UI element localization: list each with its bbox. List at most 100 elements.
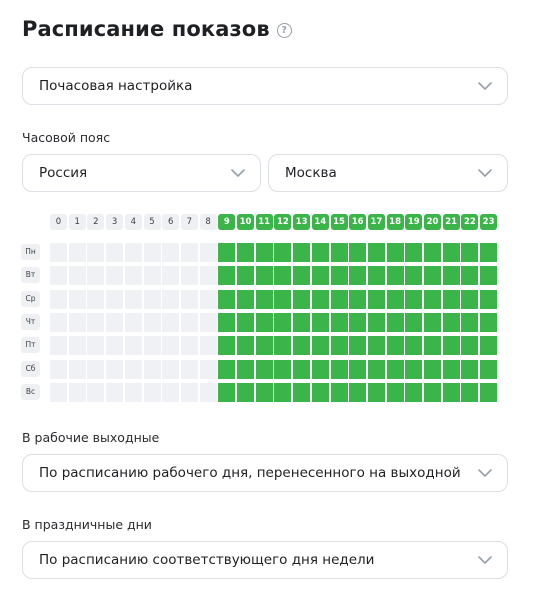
schedule-cell[interactable] xyxy=(405,289,423,309)
schedule-cell[interactable] xyxy=(480,266,498,286)
schedule-cell[interactable] xyxy=(180,312,198,332)
schedule-mode-select[interactable]: Почасовая настройка xyxy=(22,67,508,105)
schedule-cell[interactable] xyxy=(349,243,367,262)
schedule-cell[interactable] xyxy=(106,243,124,262)
hour-header-3[interactable]: 3 xyxy=(106,214,124,230)
schedule-cell[interactable] xyxy=(180,336,198,356)
hour-header-5[interactable]: 5 xyxy=(143,214,161,230)
schedule-cell[interactable] xyxy=(386,336,404,356)
schedule-cell[interactable] xyxy=(386,312,404,332)
schedule-cell[interactable] xyxy=(274,312,292,332)
schedule-cell[interactable] xyxy=(330,243,348,262)
schedule-cell[interactable] xyxy=(180,243,198,262)
schedule-cell[interactable] xyxy=(50,382,67,402)
schedule-cell[interactable] xyxy=(311,266,329,286)
timezone-country-select[interactable]: Россия xyxy=(22,154,261,192)
schedule-cell[interactable] xyxy=(162,266,180,286)
schedule-cell[interactable] xyxy=(405,312,423,332)
schedule-cell[interactable] xyxy=(68,243,86,262)
schedule-cell[interactable] xyxy=(218,312,236,332)
schedule-cell[interactable] xyxy=(199,289,217,309)
schedule-cell[interactable] xyxy=(50,336,67,356)
schedule-cell[interactable] xyxy=(199,336,217,356)
schedule-cell[interactable] xyxy=(442,336,460,356)
schedule-cell[interactable] xyxy=(106,382,124,402)
schedule-cell[interactable] xyxy=(386,289,404,309)
schedule-cell[interactable] xyxy=(162,312,180,332)
schedule-cell[interactable] xyxy=(349,266,367,286)
schedule-cell[interactable] xyxy=(87,336,105,356)
hour-header-2[interactable]: 2 xyxy=(87,214,105,230)
schedule-cell[interactable] xyxy=(199,382,217,402)
day-label-2[interactable]: Ср xyxy=(21,290,40,307)
day-label-1[interactable]: Вт xyxy=(21,267,40,284)
schedule-cell[interactable] xyxy=(386,359,404,379)
schedule-cell[interactable] xyxy=(255,382,273,402)
schedule-cell[interactable] xyxy=(237,336,254,356)
hour-header-16[interactable]: 16 xyxy=(349,214,367,230)
schedule-cell[interactable] xyxy=(218,382,236,402)
schedule-cell[interactable] xyxy=(424,266,441,286)
schedule-cell[interactable] xyxy=(480,289,498,309)
schedule-cell[interactable] xyxy=(405,382,423,402)
schedule-cell[interactable] xyxy=(311,359,329,379)
schedule-cell[interactable] xyxy=(255,266,273,286)
schedule-cell[interactable] xyxy=(367,289,385,309)
schedule-cell[interactable] xyxy=(274,359,292,379)
schedule-cell[interactable] xyxy=(143,289,161,309)
schedule-cell[interactable] xyxy=(162,359,180,379)
hour-header-11[interactable]: 11 xyxy=(255,214,273,230)
schedule-cell[interactable] xyxy=(237,289,254,309)
hour-header-6[interactable]: 6 xyxy=(162,214,180,230)
schedule-cell[interactable] xyxy=(480,312,498,332)
schedule-cell[interactable] xyxy=(162,289,180,309)
timezone-city-select[interactable]: Москва xyxy=(268,154,508,192)
schedule-cell[interactable] xyxy=(180,359,198,379)
schedule-cell[interactable] xyxy=(330,266,348,286)
day-label-3[interactable]: Чт xyxy=(21,313,40,330)
schedule-cell[interactable] xyxy=(199,312,217,332)
schedule-cell[interactable] xyxy=(293,312,311,332)
schedule-cell[interactable] xyxy=(124,336,142,356)
schedule-cell[interactable] xyxy=(218,289,236,309)
schedule-cell[interactable] xyxy=(237,266,254,286)
schedule-cell[interactable] xyxy=(405,359,423,379)
schedule-cell[interactable] xyxy=(386,382,404,402)
hour-header-18[interactable]: 18 xyxy=(386,214,404,230)
schedule-cell[interactable] xyxy=(461,266,479,286)
schedule-cell[interactable] xyxy=(199,266,217,286)
day-label-4[interactable]: Пт xyxy=(21,337,40,354)
hour-header-0[interactable]: 0 xyxy=(50,214,67,230)
schedule-cell[interactable] xyxy=(255,336,273,356)
schedule-cell[interactable] xyxy=(68,382,86,402)
schedule-cell[interactable] xyxy=(367,382,385,402)
schedule-cell[interactable] xyxy=(461,336,479,356)
schedule-cell[interactable] xyxy=(199,359,217,379)
schedule-cell[interactable] xyxy=(50,243,67,262)
schedule-cell[interactable] xyxy=(143,336,161,356)
hour-header-19[interactable]: 19 xyxy=(405,214,423,230)
schedule-cell[interactable] xyxy=(124,289,142,309)
schedule-cell[interactable] xyxy=(87,266,105,286)
schedule-cell[interactable] xyxy=(255,243,273,262)
schedule-cell[interactable] xyxy=(424,312,441,332)
schedule-cell[interactable] xyxy=(367,266,385,286)
hour-header-7[interactable]: 7 xyxy=(180,214,198,230)
schedule-cell[interactable] xyxy=(106,336,124,356)
schedule-cell[interactable] xyxy=(162,336,180,356)
schedule-cell[interactable] xyxy=(442,289,460,309)
schedule-cell[interactable] xyxy=(349,312,367,332)
schedule-cell[interactable] xyxy=(124,266,142,286)
schedule-cell[interactable] xyxy=(311,336,329,356)
schedule-cell[interactable] xyxy=(218,266,236,286)
schedule-cell[interactable] xyxy=(255,359,273,379)
schedule-cell[interactable] xyxy=(124,382,142,402)
schedule-cell[interactable] xyxy=(87,243,105,262)
schedule-cell[interactable] xyxy=(143,266,161,286)
schedule-cell[interactable] xyxy=(106,289,124,309)
hour-header-10[interactable]: 10 xyxy=(237,214,254,230)
schedule-cell[interactable] xyxy=(87,312,105,332)
hour-header-4[interactable]: 4 xyxy=(124,214,142,230)
schedule-cell[interactable] xyxy=(237,243,254,262)
hour-header-1[interactable]: 1 xyxy=(68,214,86,230)
